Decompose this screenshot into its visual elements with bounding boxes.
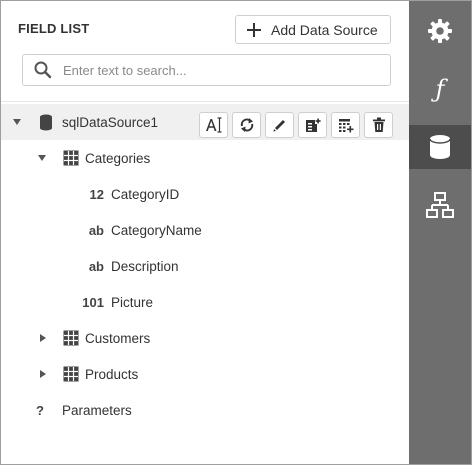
table-label: Customers — [85, 330, 151, 346]
question-mark-icon: ? — [36, 402, 44, 418]
collapse-caret-icon[interactable] — [13, 119, 21, 125]
refresh-icon — [240, 118, 253, 132]
gear-icon — [428, 19, 452, 43]
field-list-area: FIELD LIST Add Data Source sqlDataSource… — [1, 1, 409, 464]
header-divider — [1, 101, 409, 102]
tree-row-parameters[interactable]: ? Parameters — [1, 392, 409, 428]
search-icon — [34, 61, 52, 79]
table-icon — [63, 366, 79, 382]
binary-type-icon: 101 — [82, 294, 104, 310]
string-type-icon: ab — [88, 258, 104, 274]
datasource-actions — [199, 112, 393, 138]
table-icon — [63, 150, 79, 166]
add-calculated-field-button[interactable] — [331, 112, 360, 138]
field-list-title: FIELD LIST — [18, 21, 90, 36]
add-query-icon — [305, 118, 321, 132]
tree-row-categories[interactable]: Categories — [1, 140, 409, 176]
refresh-button[interactable] — [232, 112, 261, 138]
tree-row-customers[interactable]: Customers — [1, 320, 409, 356]
rename-button[interactable] — [199, 112, 228, 138]
collapse-caret-icon[interactable] — [38, 155, 46, 161]
field-label: Picture — [111, 294, 154, 310]
field-label: Description — [111, 258, 179, 274]
tree-row-datasource[interactable]: sqlDataSource1 — [1, 104, 409, 140]
tree-row-field[interactable]: ab CategoryName — [1, 212, 409, 248]
search-input[interactable] — [63, 62, 363, 78]
tree-row-field[interactable]: 101 Picture — [1, 284, 409, 320]
edit-icon — [273, 120, 285, 132]
search-box[interactable] — [22, 54, 391, 86]
tab-report-explorer[interactable] — [409, 183, 471, 227]
field-list-panel: FIELD LIST Add Data Source sqlDataSource… — [0, 0, 472, 465]
hierarchy-icon — [426, 192, 454, 218]
expand-caret-icon[interactable] — [40, 370, 46, 378]
tab-properties[interactable] — [409, 9, 471, 53]
table-label: Categories — [85, 150, 151, 166]
datasource-label: sqlDataSource1 — [62, 114, 159, 130]
add-data-source-label: Add Data Source — [271, 21, 378, 38]
database-icon — [40, 114, 52, 131]
side-tab-bar: ƒ — [409, 1, 471, 464]
rename-icon — [205, 117, 221, 133]
delete-icon — [372, 117, 385, 132]
database-icon — [429, 135, 451, 159]
add-calculated-field-icon — [338, 119, 353, 133]
parameters-label: Parameters — [62, 402, 132, 418]
add-query-button[interactable] — [298, 112, 327, 138]
tree-row-products[interactable]: Products — [1, 356, 409, 392]
field-label: CategoryID — [111, 186, 180, 202]
tab-field-list[interactable] — [409, 125, 471, 169]
number-type-icon: 12 — [89, 186, 104, 202]
tree-row-field[interactable]: ab Description — [1, 248, 409, 284]
tab-expressions[interactable]: ƒ — [409, 67, 471, 111]
expand-caret-icon[interactable] — [40, 334, 46, 342]
add-data-source-button[interactable]: Add Data Source — [235, 15, 391, 44]
tree-row-field[interactable]: 12 CategoryID — [1, 176, 409, 212]
delete-button[interactable] — [364, 112, 393, 138]
field-label: CategoryName — [111, 222, 202, 238]
table-icon — [63, 330, 79, 346]
plus-icon — [247, 22, 261, 37]
edit-button[interactable] — [265, 112, 294, 138]
function-icon: ƒ — [435, 75, 445, 103]
string-type-icon: ab — [88, 222, 104, 238]
table-label: Products — [85, 366, 139, 382]
